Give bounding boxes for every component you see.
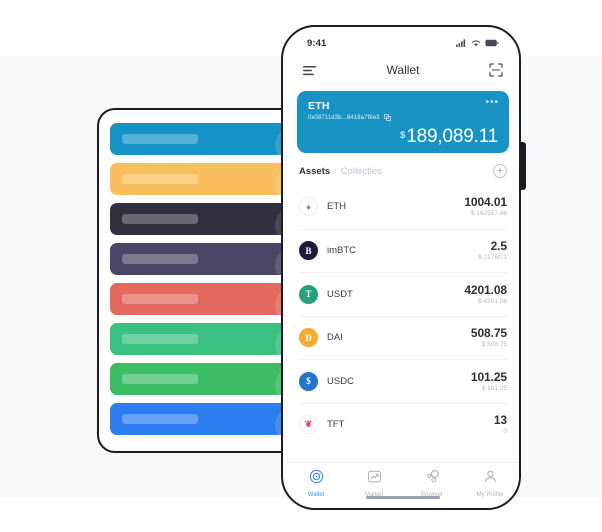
usdt-asset-icon: T xyxy=(299,284,318,304)
placeholder-card[interactable]: N xyxy=(110,323,300,355)
asset-row[interactable]: BimBTC 2.5 $ 21760.1 xyxy=(299,228,507,273)
balance-amount-row: $ 189,089.11 xyxy=(400,127,498,146)
asset-list: ♦ ETH 1004.01 $ 162517.48 BimBTC 2.5 $ 21760.1… xyxy=(287,185,519,462)
placeholder-card[interactable]: Ł xyxy=(110,403,300,435)
copy-icon[interactable] xyxy=(383,114,391,121)
status-bar: 9:41 xyxy=(287,31,519,55)
menu-icon[interactable] xyxy=(301,61,319,79)
tab-assets[interactable]: Assets xyxy=(299,166,330,177)
phone-power-button[interactable] xyxy=(521,142,526,190)
asset-row[interactable]: ❦ TFT 13 0 xyxy=(299,402,507,447)
placeholder-bar xyxy=(122,294,198,304)
asset-amount: 101.25 xyxy=(470,369,507,384)
placeholder-card[interactable]: ✹ xyxy=(110,203,300,235)
asset-values: 101.25 $ 101.25 xyxy=(470,369,507,392)
asset-values: 4201.08 $ 4201.08 xyxy=(464,282,507,305)
page-title: Wallet xyxy=(386,63,420,77)
battery-icon xyxy=(485,39,499,47)
asset-row[interactable]: ♦ ETH 1004.01 $ 162517.48 xyxy=(299,185,507,229)
screenshot-stage: ♦B✹◆▷NBŁ 9:41 xyxy=(0,0,602,532)
asset-fiat-value: 0 xyxy=(503,428,507,436)
balance-card-symbol: ETH xyxy=(308,100,330,112)
asset-values: 2.5 $ 21760.1 xyxy=(478,239,507,262)
assets-tabs-row: Assets / Collectles + xyxy=(287,153,519,185)
dai-asset-icon: Đ xyxy=(299,328,318,348)
asset-fiat-value: $ 4201.08 xyxy=(478,297,507,305)
placeholder-bar xyxy=(122,214,198,224)
imbtc-asset-icon: B xyxy=(299,241,318,261)
asset-amount: 2.5 xyxy=(490,239,507,254)
asset-symbol: imBTC xyxy=(327,245,357,257)
placeholder-card[interactable]: ◆ xyxy=(110,243,300,275)
asset-fiat-value: $ 162517.48 xyxy=(470,210,507,218)
balance-card[interactable]: ETH 0x08711d3b...8418a7f8e3 ••• $ 189,08… xyxy=(297,91,509,153)
tft-asset-icon: ❦ xyxy=(299,415,318,435)
home-indicator xyxy=(366,495,440,499)
balance-address-row[interactable]: 0x08711d3b...8418a7f8e3 xyxy=(308,114,498,121)
card-stack-list: ♦B✹◆▷NBŁ xyxy=(110,123,300,435)
wallet-nav-icon xyxy=(309,469,324,489)
usdc-asset-icon: $ xyxy=(299,371,318,391)
asset-symbol: USDT xyxy=(327,288,353,300)
placeholder-card[interactable]: ♦ xyxy=(110,123,300,155)
asset-row[interactable]: $ USDC 101.25 $ 101.25 xyxy=(299,359,507,403)
card-stack-panel: ♦B✹◆▷NBŁ xyxy=(97,108,307,453)
asset-row[interactable]: T USDT 4201.08 $ 4201.08 xyxy=(299,272,507,316)
asset-row[interactable]: Đ DAI 508.75 $ 508.75 xyxy=(299,315,507,360)
asset-values: 13 0 xyxy=(493,413,507,436)
nav-item-label: Wallet xyxy=(307,492,325,498)
add-asset-button[interactable]: + xyxy=(493,164,507,178)
asset-amount: 1004.01 xyxy=(464,195,507,210)
status-icons xyxy=(456,39,499,47)
eth-asset-icon: ♦ xyxy=(299,197,318,217)
asset-values: 1004.01 $ 162517.48 xyxy=(464,195,507,218)
asset-amount: 4201.08 xyxy=(464,282,507,297)
nav-item-my-profile[interactable]: My Profile xyxy=(461,469,519,498)
tab-collectibles[interactable]: Collectles xyxy=(341,166,382,177)
placeholder-card[interactable]: B xyxy=(110,163,300,195)
nav-item-market[interactable]: Market xyxy=(345,469,403,498)
placeholder-bar xyxy=(122,374,198,384)
phone-screen: 9:41 Wallet ETH 0x08711d3b...8418a7f8e3 … xyxy=(287,31,519,508)
asset-values: 508.75 $ 508.75 xyxy=(470,326,507,349)
wallet-address: 0x08711d3b...8418a7f8e3 xyxy=(308,114,380,121)
asset-amount: 508.75 xyxy=(470,326,507,341)
app-header: Wallet xyxy=(287,55,519,85)
tab-separator: / xyxy=(334,166,337,176)
placeholder-card[interactable]: ▷ xyxy=(110,283,300,315)
placeholder-bar xyxy=(122,134,198,144)
phone-device: 9:41 Wallet ETH 0x08711d3b...8418a7f8e3 … xyxy=(281,25,521,510)
asset-fiat-value: $ 101.25 xyxy=(481,384,507,392)
placeholder-card[interactable]: B xyxy=(110,363,300,395)
more-options-icon[interactable]: ••• xyxy=(485,98,499,108)
asset-amount: 13 xyxy=(493,413,507,428)
nav-item-browser[interactable]: Browser xyxy=(403,469,461,498)
nav-item-wallet[interactable]: Wallet xyxy=(287,469,345,498)
nav-item-label: My Profile xyxy=(476,492,504,498)
browser-nav-icon xyxy=(425,469,440,489)
status-time: 9:41 xyxy=(307,37,327,49)
asset-fiat-value: $ 508.75 xyxy=(481,341,507,349)
bottom-nav: Wallet Market Browser My Profile xyxy=(287,462,519,508)
wifi-icon xyxy=(471,40,481,47)
placeholder-bar xyxy=(122,254,198,264)
placeholder-bar xyxy=(122,334,198,344)
placeholder-bar xyxy=(122,414,198,424)
asset-symbol: ETH xyxy=(327,201,346,213)
asset-fiat-value: $ 21760.1 xyxy=(478,254,507,262)
market-nav-icon xyxy=(367,469,382,489)
profile-nav-icon xyxy=(483,469,498,489)
asset-symbol: TFT xyxy=(327,419,345,431)
balance-amount: 189,089.11 xyxy=(406,126,498,147)
placeholder-bar xyxy=(122,174,198,184)
balance-currency-symbol: $ xyxy=(400,130,406,140)
cellular-signal-icon xyxy=(456,39,466,47)
asset-symbol: USDC xyxy=(327,375,354,387)
scan-qr-icon[interactable] xyxy=(487,61,505,79)
asset-symbol: DAI xyxy=(327,332,343,344)
